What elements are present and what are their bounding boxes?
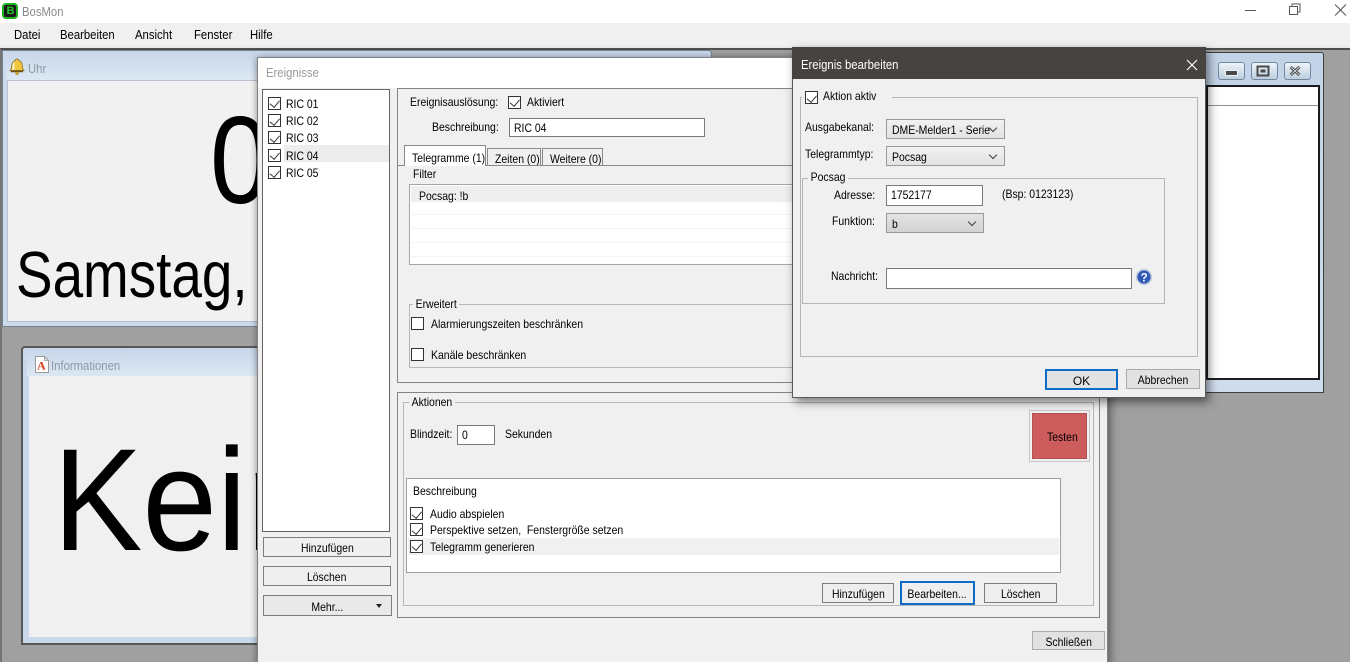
svg-text:A: A: [37, 359, 46, 373]
svg-text:?: ?: [1141, 272, 1148, 284]
